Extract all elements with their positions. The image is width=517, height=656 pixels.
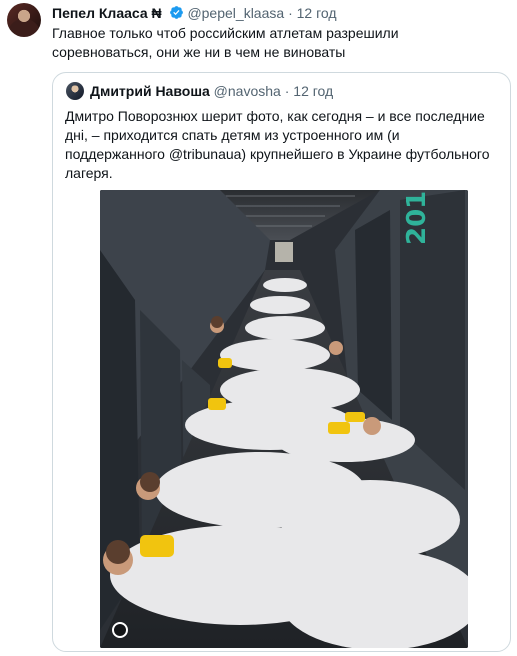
tweet-photo[interactable]: 2017 bbox=[100, 190, 468, 648]
quoted-author-avatar[interactable] bbox=[66, 82, 84, 100]
tweet-text: Главное только чтоб российским атлетам р… bbox=[52, 25, 399, 60]
separator-dot: · bbox=[284, 83, 290, 99]
instagram-icon bbox=[112, 622, 128, 638]
quoted-tweet-timestamp[interactable]: 12 год bbox=[293, 83, 333, 99]
corridor-illustration: 2017 bbox=[100, 190, 468, 648]
svg-text:2017: 2017 bbox=[402, 190, 432, 245]
tweet-timestamp[interactable]: 12 год bbox=[297, 5, 337, 21]
quoted-author-name[interactable]: Дмитрий Навоша bbox=[90, 83, 210, 99]
quoted-tweet-text: Дмитро Поворознюх шерит фото, как сегодн… bbox=[65, 108, 490, 181]
name-emoji: ₦ bbox=[151, 5, 162, 21]
quoted-tweet-header: Дмитрий Навоша @navosha · 12 год bbox=[90, 82, 333, 100]
tweet-header: Пепел Клааса ₦ @pepel_klaasa · 12 год bbox=[52, 4, 507, 22]
author-avatar[interactable] bbox=[7, 3, 41, 37]
quoted-tweet[interactable]: Дмитрий Навоша @navosha · 12 год Дмитро … bbox=[52, 72, 511, 652]
author-name[interactable]: Пепел Клааса bbox=[52, 5, 148, 21]
separator-dot: · bbox=[288, 5, 293, 21]
quoted-author-handle[interactable]: @navosha bbox=[214, 83, 281, 99]
verified-badge-icon bbox=[169, 5, 184, 24]
author-handle[interactable]: @pepel_klaasa bbox=[187, 5, 284, 21]
